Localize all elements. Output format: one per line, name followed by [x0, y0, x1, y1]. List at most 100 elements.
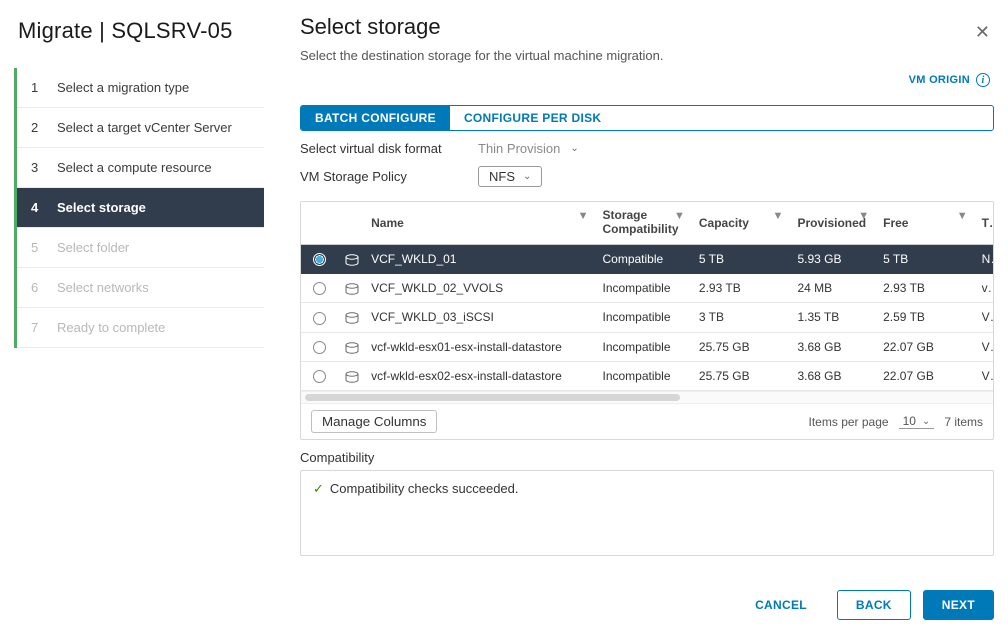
filter-icon[interactable]: ▼ [578, 210, 589, 222]
manage-columns-button[interactable]: Manage Columns [311, 410, 437, 433]
next-button[interactable]: NEXT [923, 590, 994, 620]
cell-compat: Incompatible [594, 303, 690, 332]
datastore-icon [345, 371, 359, 383]
row-radio[interactable] [313, 341, 326, 354]
cell-capacity: 5 TB [691, 244, 790, 273]
disk-format-label: Select virtual disk format [300, 141, 450, 156]
wizard-step-3[interactable]: 3 Select a compute resource [17, 148, 264, 188]
info-icon: i [976, 73, 990, 87]
compatibility-label: Compatibility [300, 450, 994, 465]
cell-compat: Incompatible [594, 332, 690, 361]
wizard-title-prefix: Migrate [18, 18, 93, 43]
step-number: 4 [31, 200, 43, 215]
compatibility-panel: ✓ Compatibility checks succeeded. [300, 470, 994, 556]
filter-icon[interactable]: ▼ [957, 210, 968, 222]
scrollbar-thumb[interactable] [305, 394, 680, 401]
cell-name: vcf-wkld-esx02-esx-install-datastore [363, 361, 594, 390]
cell-provisioned: 3.68 GB [789, 361, 875, 390]
step-number: 5 [31, 240, 43, 255]
wizard-step-4[interactable]: 4 Select storage [17, 188, 264, 228]
horizontal-scrollbar[interactable] [301, 391, 993, 403]
row-radio[interactable] [313, 282, 326, 295]
page-title: Select storage [300, 14, 994, 40]
disk-format-select[interactable]: Thin Provision ⌄ [478, 141, 579, 156]
filter-icon[interactable]: ▼ [858, 210, 869, 222]
col-free[interactable]: Free▼ [875, 202, 974, 244]
cell-capacity: 25.75 GB [691, 361, 790, 390]
table-row[interactable]: VCF_WKLD_01Compatible5 TB5.93 GB5 TBN [301, 244, 993, 273]
storage-policy-label: VM Storage Policy [300, 169, 450, 184]
step-number: 3 [31, 160, 43, 175]
cell-provisioned: 3.68 GB [789, 332, 875, 361]
step-number: 7 [31, 320, 43, 335]
step-label: Select folder [57, 240, 129, 255]
col-compatibility[interactable]: StorageCompatibility▼ [594, 202, 690, 244]
cell-free: 2.59 TB [875, 303, 974, 332]
cell-capacity: 3 TB [691, 303, 790, 332]
wizard-steps: 1 Select a migration type 2Select a target… [14, 68, 264, 348]
col-name[interactable]: Name▼ [363, 202, 594, 244]
vm-origin-label: VM ORIGIN [909, 74, 970, 86]
row-radio[interactable] [313, 253, 326, 266]
cell-trunc: V [974, 332, 993, 361]
datastore-table: Name▼ StorageCompatibility▼ Capacity▼ Pr… [300, 201, 994, 440]
cancel-button[interactable]: CANCEL [737, 590, 825, 620]
check-icon: ✓ [313, 481, 324, 496]
page-subtitle: Select the destination storage for the v… [300, 48, 994, 63]
col-capacity[interactable]: Capacity▼ [691, 202, 790, 244]
close-icon[interactable]: ✕ [975, 22, 990, 43]
table-header-row: Name▼ StorageCompatibility▼ Capacity▼ Pr… [301, 202, 993, 244]
cell-free: 22.07 GB [875, 361, 974, 390]
wizard-step-5: 5 Select folder [17, 228, 264, 268]
wizard-step-7: 7Ready to complete [17, 308, 264, 348]
wizard-vm-name: SQLSRV-05 [111, 18, 232, 43]
cell-provisioned: 24 MB [789, 273, 875, 302]
row-radio[interactable] [313, 370, 326, 383]
items-per-page-select[interactable]: 10⌄ [899, 414, 935, 429]
wizard-step-1[interactable]: 1 Select a migration type [17, 68, 264, 108]
filter-icon[interactable]: ▼ [674, 210, 685, 222]
wizard-step-2[interactable]: 2Select a target vCenter Server [17, 108, 264, 148]
table-footer: Manage Columns Items per page 10⌄ 7 item… [301, 403, 993, 439]
wizard-footer: CANCEL BACK NEXT [300, 574, 994, 620]
storage-policy-select[interactable]: NFS ⌄ [478, 166, 542, 187]
step-label: Select storage [57, 200, 146, 215]
step-label: Select a compute resource [57, 160, 212, 175]
cell-free: 2.93 TB [875, 273, 974, 302]
cell-capacity: 25.75 GB [691, 332, 790, 361]
wizard-title: Migrate | SQLSRV-05 [14, 14, 264, 60]
wizard-sidebar: Migrate | SQLSRV-05 1 Select a migration … [0, 0, 278, 632]
filter-icon[interactable]: ▼ [773, 210, 784, 222]
datastore-icon [345, 342, 359, 354]
items-per-page-label: Items per page [809, 415, 889, 429]
back-button[interactable]: BACK [837, 590, 911, 620]
cell-name: VCF_WKLD_01 [363, 244, 594, 273]
col-truncated[interactable]: T [974, 202, 993, 244]
step-label: Select networks [57, 280, 149, 295]
chevron-down-icon: ⌄ [570, 143, 578, 154]
table-row[interactable]: vcf-wkld-esx01-esx-install-datastoreInco… [301, 332, 993, 361]
tab-configure-per-disk[interactable]: CONFIGURE PER DISK [450, 106, 615, 130]
vm-origin-link[interactable]: VM ORIGIN i [909, 73, 990, 87]
col-select [301, 202, 337, 244]
cell-trunc: V [974, 303, 993, 332]
cell-compat: Incompatible [594, 361, 690, 390]
step-label: Select a migration type [57, 80, 189, 95]
compatibility-message: Compatibility checks succeeded. [330, 481, 519, 496]
cell-trunc: v [974, 273, 993, 302]
col-provisioned[interactable]: Provisioned▼ [789, 202, 875, 244]
cell-trunc: N [974, 244, 993, 273]
datastore-icon [345, 254, 359, 266]
step-number: 2 [31, 120, 43, 135]
cell-name: vcf-wkld-esx01-esx-install-datastore [363, 332, 594, 361]
cell-name: VCF_WKLD_03_iSCSI [363, 303, 594, 332]
step-number: 1 [31, 80, 43, 95]
table-row[interactable]: VCF_WKLD_02_VVOLSIncompatible2.93 TB24 M… [301, 273, 993, 302]
cell-trunc: V [974, 361, 993, 390]
table-row[interactable]: VCF_WKLD_03_iSCSIIncompatible3 TB1.35 TB… [301, 303, 993, 332]
row-radio[interactable] [313, 312, 326, 325]
table-row[interactable]: vcf-wkld-esx02-esx-install-datastoreInco… [301, 361, 993, 390]
tab-batch-configure[interactable]: BATCH CONFIGURE [301, 106, 450, 130]
cell-provisioned: 1.35 TB [789, 303, 875, 332]
item-count: 7 items [944, 415, 983, 429]
